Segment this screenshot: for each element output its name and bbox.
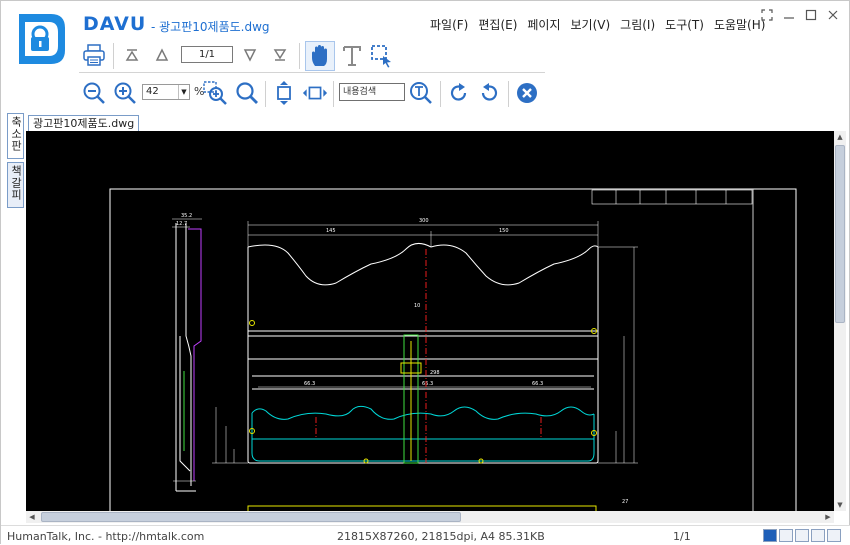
document-info: 21815X87260, 21815dpi, A4 85.31KB — [337, 530, 545, 543]
zoom-area-icon[interactable] — [202, 80, 228, 106]
dimension-label: 35.2 — [181, 213, 192, 219]
company-info: HumanTalk, Inc. - http://hmtalk.com — [7, 530, 205, 543]
magnifier-icon[interactable] — [234, 80, 260, 106]
right-dimensions — [598, 246, 638, 464]
app-window: DAVU - 광고판10제품도.dwg 파일(F) 편집(E) 페이지 보기(V… — [0, 0, 850, 545]
scroll-up-icon[interactable]: ▲ — [834, 131, 846, 143]
toolbar-divider — [440, 81, 441, 107]
zoom-level-value: 42 — [146, 86, 159, 97]
page-indicator: 1/1 — [673, 530, 691, 543]
document-tab[interactable]: 광고판10제품도.dwg — [28, 115, 140, 131]
close-document-icon[interactable] — [514, 80, 540, 106]
pocket-profile — [251, 405, 595, 462]
area-select-icon[interactable] — [369, 43, 395, 69]
dimension-label: 298 — [430, 370, 440, 376]
close-icon[interactable] — [825, 7, 841, 23]
left-dimensions — [212, 407, 248, 464]
hand-tool-icon[interactable] — [307, 43, 333, 69]
fit-width-icon[interactable] — [302, 80, 328, 106]
scroll-down-icon[interactable]: ▼ — [834, 499, 846, 511]
side-panel-tabs: 축소판 책갈피 — [7, 113, 24, 211]
minimize-icon[interactable] — [781, 7, 797, 23]
menu-tools[interactable]: 도구(T) — [660, 16, 709, 33]
app-brand: DAVU — [83, 13, 147, 35]
content-search-input[interactable]: 내용검색 — [339, 83, 405, 101]
first-page-icon[interactable] — [119, 42, 145, 68]
text-search-icon[interactable] — [408, 80, 434, 106]
dimension-label: 300 — [419, 218, 429, 224]
view-mode-buttons — [763, 529, 841, 542]
tab-thumbnails-label: 축소판 — [9, 116, 23, 152]
dimension-label: 10 — [414, 303, 420, 309]
scroll-right-icon[interactable]: ▶ — [822, 511, 834, 523]
scroll-left-icon[interactable]: ◀ — [26, 511, 38, 523]
vertical-scroll-thumb[interactable] — [835, 145, 845, 323]
status-bar: HumanTalk, Inc. - http://hmtalk.com 2181… — [1, 525, 850, 545]
dimension-label: 12.7 — [176, 221, 187, 227]
text-select-icon[interactable] — [339, 43, 365, 69]
horizontal-scrollbar[interactable]: ◀ ▶ — [26, 511, 834, 523]
zoom-level-select[interactable]: 42 ▼ — [142, 84, 190, 100]
dimension-label: 27 — [622, 499, 628, 505]
drawing-viewport[interactable]: 35.2 12.7 300 145 150 66.3 66.3 66.3 298… — [26, 131, 834, 511]
hole-markers — [249, 320, 597, 464]
next-page-icon[interactable] — [237, 42, 263, 68]
horizontal-scroll-thumb[interactable] — [41, 512, 461, 522]
previous-page-icon[interactable] — [149, 42, 175, 68]
front-view-outline — [247, 243, 599, 464]
toolbar-divider — [508, 81, 509, 107]
maximize-icon[interactable] — [803, 7, 819, 23]
play-icon[interactable] — [763, 529, 777, 542]
page-number-input[interactable]: 1/1 — [181, 46, 233, 63]
menu-view[interactable]: 보기(V) — [566, 16, 616, 33]
davu-logo-icon — [19, 14, 65, 64]
toolbar-divider — [113, 43, 114, 69]
center-rib — [400, 334, 422, 464]
top-dimensions — [247, 221, 599, 247]
single-page-icon[interactable] — [779, 529, 793, 542]
continuous-icon[interactable] — [795, 529, 809, 542]
tab-bookmarks[interactable]: 책갈피 — [7, 162, 24, 208]
menu-bar: 파일(F) 편집(E) 페이지 보기(V) 그림(I) 도구(T) 도움말(H) — [425, 16, 770, 33]
document-title: - 광고판10제품도.dwg — [151, 20, 270, 34]
menu-file[interactable]: 파일(F) — [425, 16, 473, 33]
dimension-label: 66.3 — [422, 381, 433, 387]
two-page-icon[interactable] — [811, 529, 825, 542]
tab-thumbnails[interactable]: 축소판 — [7, 113, 24, 159]
menu-edit[interactable]: 편집(E) — [473, 16, 522, 33]
rotate-clockwise-icon[interactable] — [446, 80, 472, 106]
last-page-icon[interactable] — [267, 42, 293, 68]
dimension-label: 66.3 — [532, 381, 543, 387]
cad-drawing: 35.2 12.7 300 145 150 66.3 66.3 66.3 298… — [109, 188, 797, 511]
center-lines — [315, 249, 542, 463]
fullscreen-icon[interactable] — [759, 7, 775, 23]
window-controls — [759, 7, 841, 23]
rotate-counterclockwise-icon[interactable] — [476, 80, 502, 106]
tab-bookmarks-label: 책갈피 — [9, 165, 23, 201]
chevron-down-icon[interactable]: ▼ — [178, 85, 189, 99]
dimension-label: 145 — [326, 228, 336, 234]
vertical-scrollbar[interactable]: ▲ ▼ — [834, 131, 846, 511]
toolbar-divider — [333, 81, 334, 107]
print-button[interactable] — [81, 42, 107, 68]
toolbar-divider — [265, 81, 266, 107]
grid-view-icon[interactable] — [827, 529, 841, 542]
dimension-label: 66.3 — [304, 381, 315, 387]
toolbar-row-divider — [79, 72, 545, 73]
menu-image[interactable]: 그림(I) — [615, 16, 660, 33]
title-block — [591, 189, 753, 205]
zoom-out-icon[interactable] — [81, 80, 107, 106]
fit-height-icon[interactable] — [271, 80, 297, 106]
zoom-in-icon[interactable] — [112, 80, 138, 106]
dimension-label: 150 — [499, 228, 509, 234]
side-profile-view — [172, 218, 202, 492]
toolbar-divider — [299, 43, 300, 69]
menu-page[interactable]: 페이지 — [522, 16, 565, 33]
